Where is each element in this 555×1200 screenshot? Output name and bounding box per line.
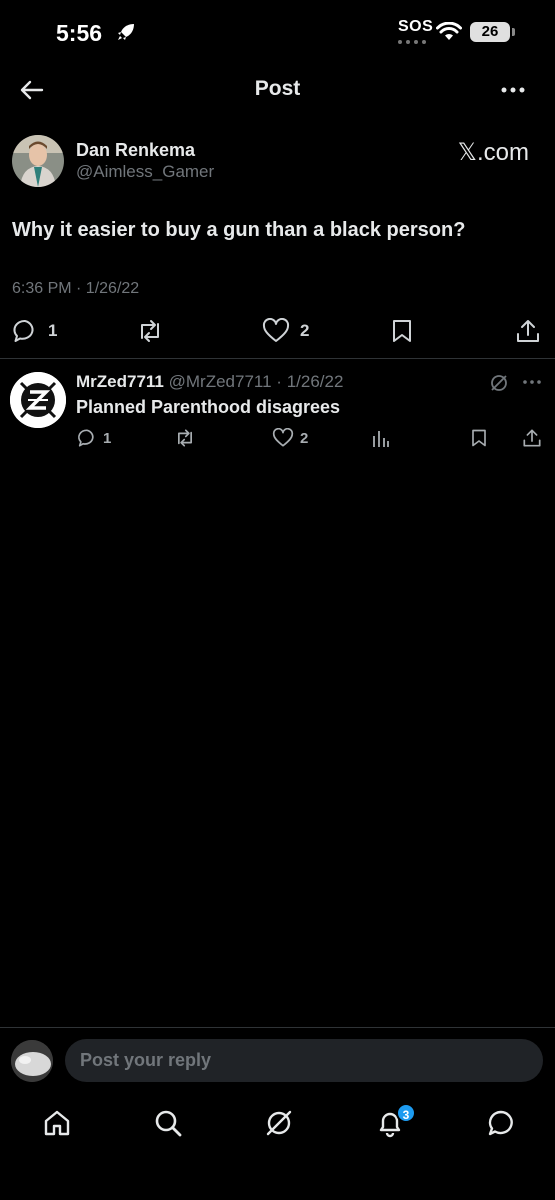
reply-author-handle[interactable]: @MrZed7711 <box>169 372 272 391</box>
post-action-bar: 1 2 <box>0 318 555 346</box>
reply-reply-button[interactable]: 1 <box>77 428 111 448</box>
rocket-icon <box>118 24 134 40</box>
signal-dots <box>398 40 426 44</box>
notifications-badge: 3 <box>396 1103 416 1123</box>
reply-input[interactable] <box>65 1039 543 1082</box>
reply-repost-button[interactable] <box>174 428 196 448</box>
bookmark-icon <box>393 320 411 342</box>
reply-author-name[interactable]: MrZed7711 <box>76 372 164 391</box>
divider <box>0 358 555 359</box>
reply-more-icon[interactable] <box>522 374 542 390</box>
reply-avatar[interactable] <box>10 372 66 428</box>
page-title: Post <box>254 77 301 100</box>
repost-icon <box>141 320 159 342</box>
post-timestamp[interactable]: 6:36 PM · 1/26/22 <box>12 280 139 298</box>
meta-separator: · <box>276 372 282 391</box>
share-button[interactable] <box>515 318 541 344</box>
bookmark-icon <box>472 429 486 447</box>
reply-icon <box>13 320 34 342</box>
author-handle[interactable]: @Aimless_Gamer <box>76 162 214 182</box>
reply-icon <box>78 429 94 447</box>
reply-text: Planned Parenthood disagrees <box>76 397 341 417</box>
reply-share-button[interactable] <box>522 428 542 448</box>
share-icon <box>523 429 541 447</box>
post-header: Post <box>0 66 555 114</box>
like-count: 2 <box>300 321 310 340</box>
reply-meta: MrZed7711 @MrZed7711 · 1/26/22 <box>76 372 343 392</box>
status-bar: 5:56 SOS 26 <box>0 0 555 66</box>
composer-divider <box>0 1027 555 1028</box>
bookmark-button[interactable] <box>390 318 414 344</box>
search-icon[interactable] <box>153 1108 183 1138</box>
reply-button[interactable]: 1 <box>12 318 57 344</box>
grok-icon[interactable] <box>489 373 509 393</box>
reply-date[interactable]: 1/26/22 <box>287 372 344 391</box>
reply-reply-count: 1 <box>103 429 112 447</box>
more-options-icon[interactable] <box>498 76 528 104</box>
home-icon[interactable] <box>42 1108 72 1138</box>
messages-icon[interactable] <box>486 1108 516 1138</box>
current-user-avatar[interactable] <box>11 1040 53 1082</box>
repost-icon <box>178 429 192 447</box>
author-name[interactable]: Dan Renkema <box>76 140 195 161</box>
reply-like-count: 2 <box>300 429 309 447</box>
grok-icon[interactable] <box>264 1108 294 1138</box>
author-avatar[interactable] <box>12 135 64 187</box>
reply-like-button[interactable]: 2 <box>272 428 308 448</box>
x-com-label: 𝕏.com <box>457 139 529 166</box>
battery-icon: 26 <box>470 22 510 42</box>
heart-icon <box>272 428 294 447</box>
heart-icon <box>262 318 290 342</box>
like-button[interactable]: 2 <box>262 318 309 344</box>
reply-action-bar: 1 2 <box>0 428 555 450</box>
reply-count: 1 <box>48 321 58 340</box>
sos-indicator: SOS <box>398 18 434 35</box>
reply-views-button[interactable] <box>372 428 390 448</box>
reply-bookmark-button[interactable] <box>470 428 488 448</box>
analytics-icon <box>373 431 389 447</box>
repost-button[interactable] <box>136 318 174 344</box>
share-icon <box>517 320 539 342</box>
status-time: 5:56 <box>56 20 103 46</box>
bottom-nav <box>0 1100 555 1150</box>
battery-nub <box>512 28 515 36</box>
wifi-icon <box>436 22 462 40</box>
post-text: Why it easier to buy a gun than a black … <box>12 219 466 241</box>
